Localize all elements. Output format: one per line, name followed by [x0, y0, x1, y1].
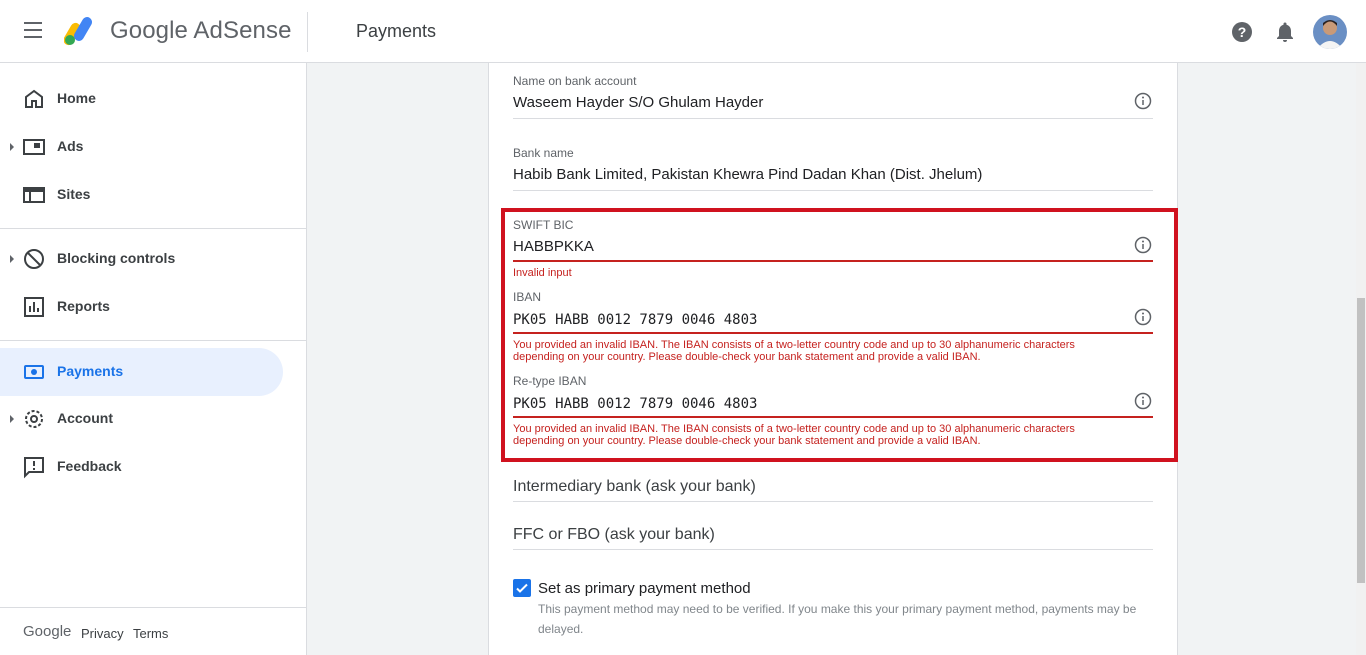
primary-payment-checkbox[interactable] [513, 579, 531, 597]
sidebar-item-label: Home [57, 90, 96, 106]
expand-caret-icon [10, 143, 14, 151]
sidebar-divider [0, 340, 307, 341]
sidebar-item-payments[interactable]: Payments [0, 348, 283, 396]
brand-name: Google AdSense [110, 17, 292, 44]
primary-payment-description: This payment method may need to be verif… [538, 602, 1137, 636]
info-icon[interactable] [1134, 236, 1152, 254]
sidebar-item-label: Ads [57, 138, 84, 154]
field-underline [513, 501, 1153, 502]
sidebar-item-label: Blocking controls [57, 250, 176, 266]
adsense-logo [64, 17, 92, 46]
terms-link[interactable]: Terms [133, 626, 168, 641]
field-underline [513, 549, 1153, 550]
field-label: Name on bank account [513, 74, 637, 88]
bank-name-input[interactable]: Habib Bank Limited, Pakistan Khewra Pind… [513, 166, 982, 183]
page-scrollbar[interactable] [1356, 63, 1366, 655]
sites-icon [23, 187, 45, 203]
sidebar-item-label: Sites [57, 186, 91, 202]
privacy-link[interactable]: Privacy [81, 626, 124, 641]
field-underline [513, 118, 1153, 119]
sidebar-divider [0, 607, 307, 608]
sidebar-item-label: Reports [57, 298, 110, 314]
sidebar-item-sites[interactable]: Sites [0, 171, 283, 219]
gear-icon [25, 410, 43, 428]
expand-caret-icon [10, 255, 14, 263]
reports-icon [24, 297, 44, 317]
retype-iban-input[interactable]: PK05 HABB 0012 7879 0046 4803 [513, 396, 757, 412]
sidebar-item-blocking-controls[interactable]: Blocking controls [0, 235, 283, 283]
notifications-bell-icon[interactable] [1273, 20, 1297, 44]
retype-iban-field[interactable]: Re-type IBAN PK05 HABB 0012 7879 0046 48… [513, 374, 1153, 449]
ffc-fbo-input[interactable]: FFC or FBO (ask your bank) [513, 526, 715, 544]
info-icon[interactable] [1134, 92, 1152, 110]
bank-account-form-card: Name on bank account Waseem Hayder S/O G… [488, 63, 1178, 655]
sidebar-item-label: Feedback [57, 458, 122, 474]
sidebar-item-account[interactable]: Account [0, 395, 283, 443]
retype-iban-error-message-line2: depending on your country. Please double… [513, 435, 981, 447]
sidebar-divider [0, 228, 307, 229]
sidebar-item-reports[interactable]: Reports [0, 283, 283, 331]
name-on-account-field[interactable]: Name on bank account Waseem Hayder S/O G… [513, 74, 1153, 119]
ads-icon [23, 139, 45, 155]
primary-payment-label[interactable]: Set as primary payment method [538, 580, 751, 597]
field-underline-error [513, 260, 1153, 262]
svg-text:?: ? [1238, 24, 1247, 40]
sidebar-item-ads[interactable]: Ads [0, 123, 283, 171]
checkmark-icon [516, 583, 528, 593]
page-title: Payments [356, 21, 437, 41]
scrollbar-thumb[interactable] [1357, 298, 1365, 583]
retype-iban-error-message-line1: You provided an invalid IBAN. The IBAN c… [513, 423, 1075, 435]
sidebar-item-home[interactable]: Home [0, 75, 283, 123]
swift-error-message: Invalid input [513, 267, 572, 279]
field-label: Re-type IBAN [513, 374, 587, 388]
field-label: IBAN [513, 290, 542, 304]
home-icon [25, 89, 43, 108]
name-on-account-input[interactable]: Waseem Hayder S/O Ghulam Hayder [513, 94, 763, 111]
footer-google-logo: Google [23, 623, 72, 640]
info-icon[interactable] [1134, 308, 1152, 326]
help-icon[interactable]: ? [1230, 20, 1254, 44]
field-underline-error [513, 332, 1153, 334]
sidebar-item-feedback[interactable]: Feedback [0, 443, 283, 491]
iban-field[interactable]: IBAN PK05 HABB 0012 7879 0046 4803 You p… [513, 290, 1153, 365]
intermediary-bank-input[interactable]: Intermediary bank (ask your bank) [513, 478, 756, 496]
field-underline-error [513, 416, 1153, 418]
field-label: Bank name [513, 146, 574, 160]
sidebar-nav: Home Ads Sites Blocking controls Reports… [0, 63, 307, 655]
swift-bic-input[interactable]: HABBPKKA [513, 238, 594, 255]
feedback-icon [24, 457, 44, 479]
block-icon [24, 249, 44, 269]
iban-input[interactable]: PK05 HABB 0012 7879 0046 4803 [513, 312, 757, 328]
header-divider [307, 12, 308, 52]
sidebar-item-label: Account [57, 410, 113, 426]
iban-error-message-line2: depending on your country. Please double… [513, 351, 981, 363]
payments-icon [24, 365, 44, 379]
avatar[interactable] [1313, 15, 1347, 49]
sidebar-item-label: Payments [57, 363, 124, 379]
bank-name-field[interactable]: Bank name Habib Bank Limited, Pakistan K… [513, 146, 1153, 191]
iban-error-message-line1: You provided an invalid IBAN. The IBAN c… [513, 339, 1075, 351]
swift-bic-field[interactable]: SWIFT BIC HABBPKKA Invalid input [513, 218, 1153, 279]
top-app-bar: Google AdSense Payments ? [0, 0, 1366, 63]
field-label: SWIFT BIC [513, 218, 574, 232]
menu-icon[interactable] [22, 22, 46, 42]
expand-caret-icon [10, 415, 14, 423]
info-icon[interactable] [1134, 392, 1152, 410]
field-underline [513, 190, 1153, 191]
